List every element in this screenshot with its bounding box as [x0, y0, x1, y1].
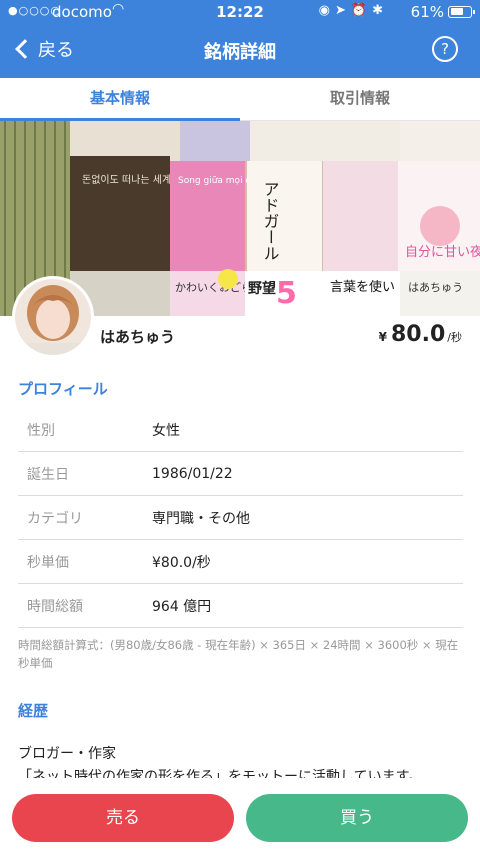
row-label: 誕生日 [27, 466, 69, 483]
row-label: 時間総額 [27, 598, 83, 615]
book8-text: 言葉を使い [330, 279, 395, 295]
section-profile-title: プロフィール [18, 380, 108, 398]
formula-note: 時間総額計算式：(男80歳/女86歳 - 現在年齢) × 365日 × 24時間… [18, 638, 459, 670]
buy-button[interactable]: 買う [246, 794, 468, 842]
tab-basic-info[interactable]: 基本情報 [0, 78, 240, 121]
row-label: 性別 [27, 422, 55, 439]
table-row: 秒単価 ¥80.0/秒 [18, 540, 463, 584]
book7-text: 野望 [248, 280, 276, 297]
top-bar: ●○○○○ docomo ◠ 12:22 ◉➤⏰✱ 61% 戻る 銘柄詳細 ? [0, 0, 480, 78]
stock-name: はあちゅう [100, 328, 176, 346]
tab-trade-info[interactable]: 取引情報 [240, 78, 480, 120]
book5-text: 自分に甘い夜 [405, 245, 480, 260]
profile-table: 性別 女性 誕生日 1986/01/22 カテゴリ 専門職・その他 秒単価 ¥8… [18, 408, 463, 628]
page-title: 銘柄詳細 [204, 42, 276, 63]
table-row: カテゴリ 専門職・その他 [18, 496, 463, 540]
book3-title: アドガール [261, 181, 280, 261]
price-unit: /秒 [447, 331, 462, 344]
battery-icon [448, 6, 475, 18]
status-icons: ◉➤⏰✱ [318, 3, 388, 18]
tab-bar: 基本情報 取引情報 [0, 78, 480, 121]
row-value: ¥80.0/秒 [152, 554, 211, 571]
table-row: 誕生日 1986/01/22 [18, 452, 463, 496]
row-value: 964 億円 [152, 598, 212, 615]
bio-line-1: ブロガー・作家 [18, 746, 116, 762]
help-icon[interactable]: ? [432, 36, 458, 62]
table-row: 時間総額 964 億円 [18, 584, 463, 628]
sell-button[interactable]: 売る [12, 794, 234, 842]
row-value: 女性 [152, 422, 180, 439]
price-currency: ¥ [378, 330, 387, 344]
row-value: 1986/01/22 [152, 465, 233, 482]
bottom-action-bar: 売る 買う [0, 778, 480, 853]
row-value: 専門職・その他 [152, 510, 250, 527]
section-history-title: 経歴 [18, 702, 49, 720]
status-time: 12:22 [216, 3, 264, 21]
battery-percent: 61% [410, 3, 444, 21]
row-label: 秒単価 [27, 554, 69, 571]
book9-text: はあちゅう [408, 281, 463, 294]
price-value: 80.0 [391, 322, 446, 347]
table-row: 性別 女性 [18, 408, 463, 452]
avatar [12, 276, 94, 358]
status-bar: ●○○○○ docomo ◠ 12:22 ◉➤⏰✱ 61% [0, 0, 480, 24]
svg-text:5: 5 [276, 276, 297, 311]
row-label: カテゴリ [27, 510, 83, 527]
price: ¥ 80.0 /秒 [379, 322, 462, 347]
